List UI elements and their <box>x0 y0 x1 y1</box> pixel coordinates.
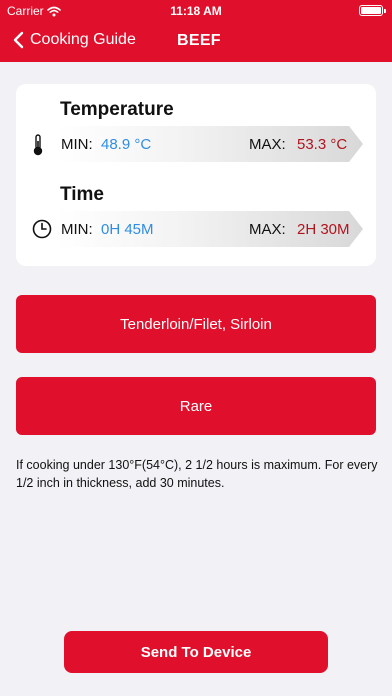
cut-select-label: Tenderloin/Filet, Sirloin <box>120 315 272 333</box>
battery-icon <box>359 5 386 16</box>
time-min-value: 0H 45M <box>101 221 154 238</box>
cooking-note: If cooking under 130°F(54°C), 2 1/2 hour… <box>16 458 378 490</box>
page-title: BEEF <box>177 32 221 49</box>
guide-info-card: Temperature MIN: 48.9 °C MAX: 53.3 °C Ti… <box>16 84 376 266</box>
status-time: 11:18 AM <box>170 4 222 18</box>
back-button-label: Cooking Guide <box>30 31 136 48</box>
doneness-select-label: Rare <box>179 397 213 415</box>
send-to-device-button[interactable]: Send To Device <box>64 631 328 673</box>
back-button[interactable]: Cooking Guide <box>12 31 136 49</box>
temperature-max-label: MAX: <box>249 136 286 153</box>
temperature-range-bar: MIN: 48.9 °C MAX: 53.3 °C <box>57 126 363 162</box>
chevron-left-icon <box>12 31 30 49</box>
doneness-select-button[interactable]: Rare <box>16 377 376 435</box>
navigation-header: Carrier 11:18 AM Cooking Guide BEEF <box>0 0 392 62</box>
temperature-min-label: MIN: <box>61 136 93 153</box>
time-range-bar: MIN: 0H 45M MAX: 2H 30M <box>57 211 363 247</box>
temperature-title: Temperature <box>60 99 174 120</box>
clock-icon <box>32 219 52 239</box>
temperature-min-value: 48.9 °C <box>101 136 152 153</box>
time-max-label: MAX: <box>249 221 286 238</box>
time-title: Time <box>60 184 105 205</box>
time-min-label: MIN: <box>61 221 93 238</box>
time-max-value: 2H 30M <box>297 221 350 238</box>
temperature-max-value: 53.3 °C <box>297 136 348 153</box>
cut-select-button[interactable]: Tenderloin/Filet, Sirloin <box>16 295 376 353</box>
status-bar: Carrier 11:18 AM <box>0 0 392 22</box>
send-to-device-label: Send To Device <box>140 643 252 661</box>
thermometer-icon <box>32 134 44 156</box>
